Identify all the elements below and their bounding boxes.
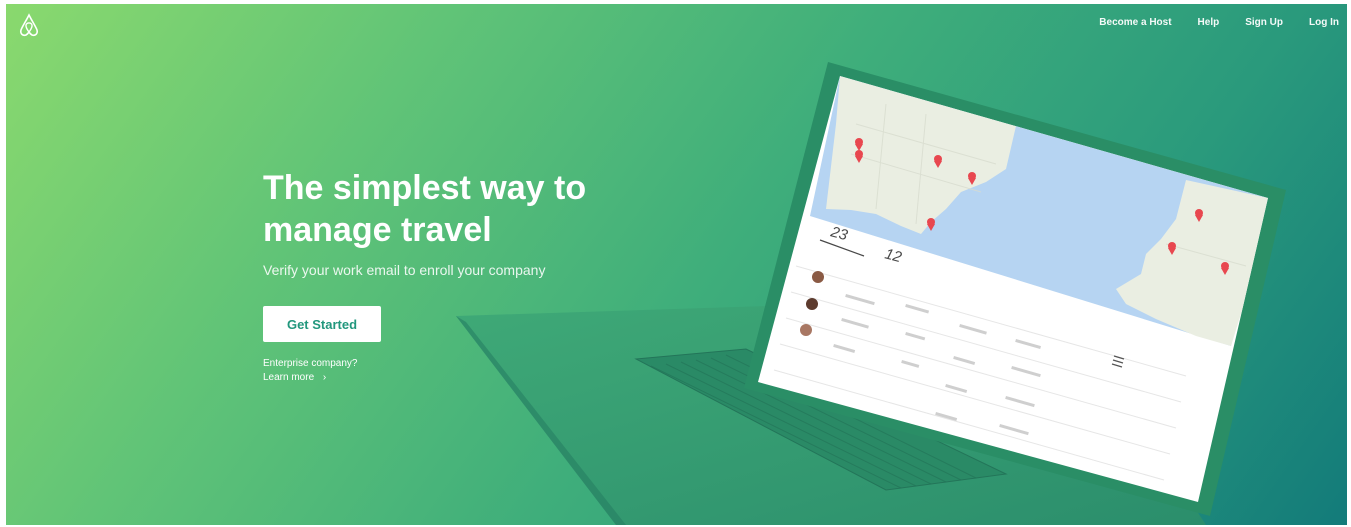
- enterprise-question: Enterprise company?: [263, 358, 358, 369]
- avatar: [806, 298, 818, 310]
- learn-more-link[interactable]: Learn more ›: [263, 372, 326, 383]
- hero-section: 23 12 Become a Host Help Sign Up Log In …: [6, 4, 1347, 525]
- top-nav: Become a Host Help Sign Up Log In: [1099, 17, 1339, 28]
- avatar: [800, 324, 812, 336]
- avatar: [812, 271, 824, 283]
- learn-more-label: Learn more: [263, 372, 315, 383]
- nav-log-in[interactable]: Log In: [1309, 17, 1339, 28]
- nav-help[interactable]: Help: [1198, 17, 1220, 28]
- hero-headline-line-2: manage travel: [263, 211, 492, 249]
- hero-subtitle: Verify your work email to enroll your co…: [263, 262, 546, 278]
- airbnb-logo-icon[interactable]: [16, 12, 42, 38]
- hero-headline-line-1: The simplest way to: [263, 169, 587, 207]
- get-started-button[interactable]: Get Started: [263, 306, 381, 342]
- hero-headline: The simplest way to manage travel: [263, 167, 683, 251]
- nav-become-a-host[interactable]: Become a Host: [1099, 17, 1171, 28]
- chevron-right-icon: ›: [322, 372, 327, 383]
- laptop-illustration: 23 12: [456, 62, 1286, 525]
- nav-sign-up[interactable]: Sign Up: [1245, 17, 1283, 28]
